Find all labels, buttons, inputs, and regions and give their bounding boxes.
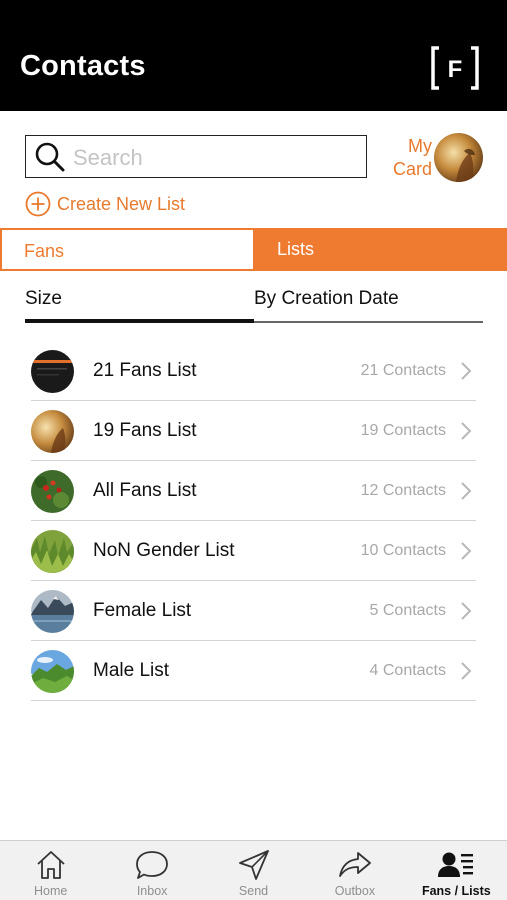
list-contact-count: 10 Contacts [360,542,446,559]
sort-options: Size By Creation Date [25,280,483,324]
chevron-right-icon [461,422,472,440]
list-item[interactable]: Male List 4 Contacts [31,641,476,701]
lists-list: 21 Fans List 21 Contacts 19 Fans List 19… [31,341,476,701]
brand-logo-icon: F [431,46,479,90]
tab-outbox-label: Outbox [334,884,376,898]
tab-lists[interactable]: Lists [255,228,507,271]
tab-home[interactable]: Home [0,841,101,900]
tab-home-label: Home [34,884,68,898]
app-header: Contacts F [0,0,507,111]
chevron-right-icon [461,542,472,560]
list-thumbnail [31,350,74,393]
chevron-right-icon [461,482,472,500]
chevron-right-icon [461,602,472,620]
sort-by-creation-date[interactable]: By Creation Date [254,288,399,310]
contacts-list-icon [438,852,474,877]
list-name: Female List [93,600,192,621]
tab-send-label: Send [238,884,269,898]
list-contact-count: 21 Contacts [360,362,446,379]
tab-inbox[interactable]: Inbox [101,841,202,900]
tab-fans-lists-label: Fans / Lists [421,884,491,898]
search-input[interactable]: Search [25,135,367,178]
my-card-avatar [434,133,483,182]
list-thumbnail [31,410,74,453]
list-item[interactable]: Female List 5 Contacts [31,581,476,641]
bottom-tab-bar: Home Inbox Send Outbox Fans / Lists [0,840,507,900]
search-placeholder: Search [73,145,143,170]
fans-lists-segmented-control: Fans Lists [0,228,507,271]
list-name: 21 Fans List [93,360,197,381]
brand-logo-letter: F [448,56,463,83]
list-contact-count: 5 Contacts [369,602,446,619]
chat-bubble-icon [136,851,169,879]
search-icon [35,142,65,172]
create-new-list-label: Create New List [57,193,186,214]
list-contact-count: 4 Contacts [369,662,446,679]
list-thumbnail [31,590,74,633]
list-thumbnail [31,530,74,573]
create-new-list-button[interactable]: Create New List [25,191,185,217]
list-name: NoN Gender List [93,540,235,561]
list-name: Male List [93,660,170,681]
list-name: 19 Fans List [93,420,197,441]
list-item[interactable]: NoN Gender List 10 Contacts [31,521,476,581]
list-item[interactable]: All Fans List 12 Contacts [31,461,476,521]
tab-send[interactable]: Send [203,841,304,900]
list-item[interactable]: 19 Fans List 19 Contacts [31,401,476,461]
share-arrow-icon [339,852,371,877]
list-contact-count: 12 Contacts [360,482,446,499]
list-item[interactable]: 21 Fans List 21 Contacts [31,341,476,401]
my-card-label: My Card [392,136,432,179]
paper-plane-icon [238,850,269,880]
chevron-right-icon [461,362,472,380]
my-card-button[interactable]: My Card [386,133,486,183]
sort-active-indicator [25,319,254,323]
home-icon [37,851,65,879]
sort-by-size[interactable]: Size [25,288,62,310]
list-name: All Fans List [93,480,197,501]
chevron-right-icon [461,662,472,680]
plus-circle-icon [25,191,51,217]
tab-fans[interactable]: Fans [0,228,255,271]
list-contact-count: 19 Contacts [360,422,446,439]
tab-inbox-label: Inbox [136,884,168,898]
tab-fans-lists[interactable]: Fans / Lists [406,841,507,900]
tab-outbox[interactable]: Outbox [304,841,405,900]
list-thumbnail [31,470,74,513]
page-title: Contacts [20,50,146,82]
list-thumbnail [31,650,74,693]
